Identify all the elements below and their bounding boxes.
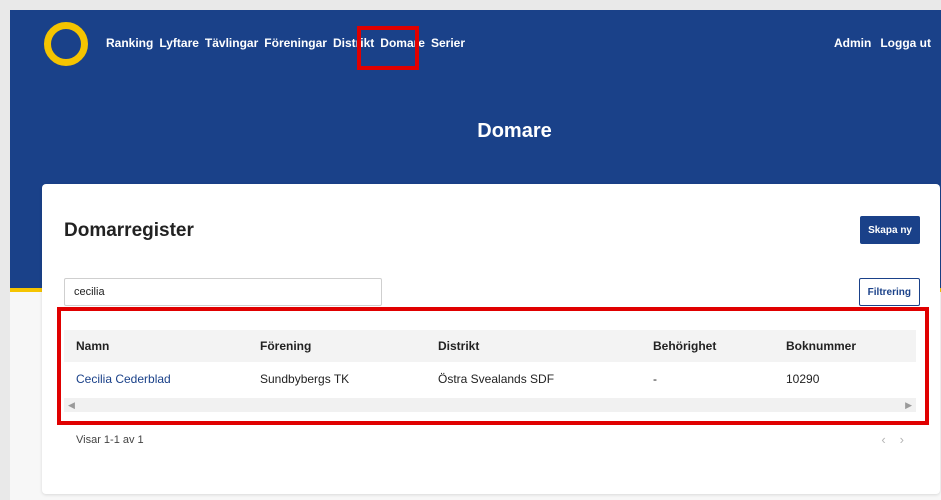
results-summary: Visar 1-1 av 1 [76,434,144,446]
federation-logo-icon[interactable] [42,20,90,68]
page-title: Domare [477,120,552,142]
nav-item-ranking[interactable]: Ranking [106,36,153,50]
logout-link[interactable]: Logga ut [880,36,931,50]
nav-item-serier[interactable]: Serier [431,36,465,50]
table-highlight-box [57,307,929,425]
create-new-button[interactable]: Skapa ny [860,216,920,244]
filter-button[interactable]: Filtrering [858,278,920,306]
nav-item-lyftare[interactable]: Lyftare [159,36,199,50]
admin-link[interactable]: Admin [834,36,871,50]
nav-item-tavlingar[interactable]: Tävlingar [205,36,258,50]
next-page-icon[interactable]: › [900,432,904,447]
pagination: ‹ › [881,432,904,447]
register-title: Domarregister [64,220,194,241]
register-card: Domarregister Skapa ny Filtrering Namn F… [42,184,940,494]
nav-item-foreningar[interactable]: Föreningar [264,36,327,50]
search-input[interactable] [64,278,382,306]
nav-highlight-box [357,26,419,70]
prev-page-icon[interactable]: ‹ [881,432,885,447]
user-nav: Admin Logga ut [834,36,931,50]
